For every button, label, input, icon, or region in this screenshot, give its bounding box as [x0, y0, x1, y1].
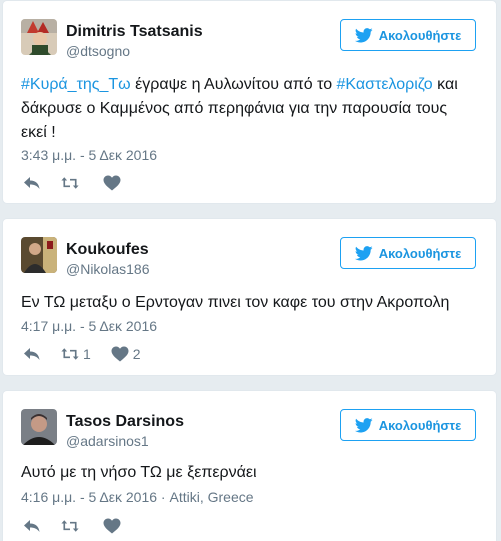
tweet-text: Αυτό με τη νήσο ΤΩ με ξεπερνάει	[21, 464, 257, 481]
follow-button[interactable]: Ακολουθήστε	[340, 237, 476, 269]
like-button[interactable]	[103, 175, 125, 191]
follow-button[interactable]: Ακολουθήστε	[340, 19, 476, 51]
heart-icon	[103, 175, 121, 191]
reply-icon	[24, 520, 40, 532]
tweet-card: Dimitris Tsatsanis @dtsogno Ακολουθήστε …	[2, 0, 497, 204]
hashtag-link[interactable]: #Κυρά_της_Τω	[21, 76, 131, 93]
retweet-count: 1	[83, 346, 91, 362]
user-handle[interactable]: @Nikolas186	[66, 261, 149, 277]
meta-separator: ·	[157, 489, 170, 505]
tweet-actions: 1 2	[23, 346, 161, 362]
heart-icon	[111, 346, 129, 362]
tweet-actions	[23, 518, 145, 534]
heart-icon	[103, 518, 121, 534]
reply-button[interactable]	[23, 518, 41, 534]
retweet-icon	[61, 177, 79, 189]
like-count: 2	[132, 346, 141, 362]
user-name[interactable]: Dimitris Tsatsanis	[66, 23, 203, 41]
tweet-meta: 4:16 μ.μ. - 5 Δεκ 2016 · Attiki, Greece	[21, 489, 254, 505]
hashtag-link[interactable]: #Καστελοριζο	[337, 76, 433, 93]
user-handle[interactable]: @adarsinos1	[66, 433, 149, 449]
follow-label: Ακολουθήστε	[378, 245, 462, 261]
timestamp[interactable]: 4:17 μ.μ. - 5 Δεκ 2016	[21, 318, 157, 334]
like-button[interactable]	[103, 518, 125, 534]
retweet-icon	[61, 348, 79, 360]
avatar[interactable]	[21, 19, 57, 55]
tweet-text: Εν ΤΩ μεταξυ ο Ερντογαν πινει τον καφε τ…	[21, 294, 450, 311]
tweet-actions	[23, 175, 145, 191]
twitter-bird-icon	[354, 417, 373, 432]
retweet-button[interactable]	[61, 175, 83, 191]
twitter-bird-icon	[354, 245, 373, 260]
follow-label: Ακολουθήστε	[378, 417, 462, 433]
retweet-button[interactable]	[61, 518, 83, 534]
like-button[interactable]: 2	[111, 346, 141, 362]
avatar[interactable]	[21, 409, 57, 445]
reply-button[interactable]	[23, 346, 41, 362]
retweet-icon	[61, 520, 79, 532]
timestamp[interactable]: 3:43 μ.μ. - 5 Δεκ 2016	[21, 147, 157, 163]
location-link[interactable]: Attiki, Greece	[169, 489, 253, 505]
user-handle[interactable]: @dtsogno	[66, 43, 130, 59]
tweet-card: Tasos Darsinos @adarsinos1 Ακολουθήστε Α…	[2, 390, 497, 541]
reply-button[interactable]	[23, 175, 41, 191]
avatar[interactable]	[21, 237, 57, 273]
tweet-text-part: έγραψε η Αυλωνίτου από το	[130, 76, 337, 93]
reply-icon	[24, 348, 40, 360]
timestamp[interactable]: 4:16 μ.μ. - 5 Δεκ 2016	[21, 489, 157, 505]
follow-button[interactable]: Ακολουθήστε	[340, 409, 476, 441]
tweet-text: #Κυρά_της_Τω έγραψε η Αυλωνίτου από το #…	[21, 73, 461, 145]
retweet-button[interactable]: 1	[61, 346, 91, 362]
follow-label: Ακολουθήστε	[378, 27, 462, 43]
user-name[interactable]: Koukoufes	[66, 241, 149, 259]
reply-icon	[24, 177, 40, 189]
user-name[interactable]: Tasos Darsinos	[66, 413, 184, 431]
twitter-bird-icon	[354, 27, 373, 42]
tweet-card: Koukoufes @Nikolas186 Ακολουθήστε Εν ΤΩ …	[2, 218, 497, 376]
